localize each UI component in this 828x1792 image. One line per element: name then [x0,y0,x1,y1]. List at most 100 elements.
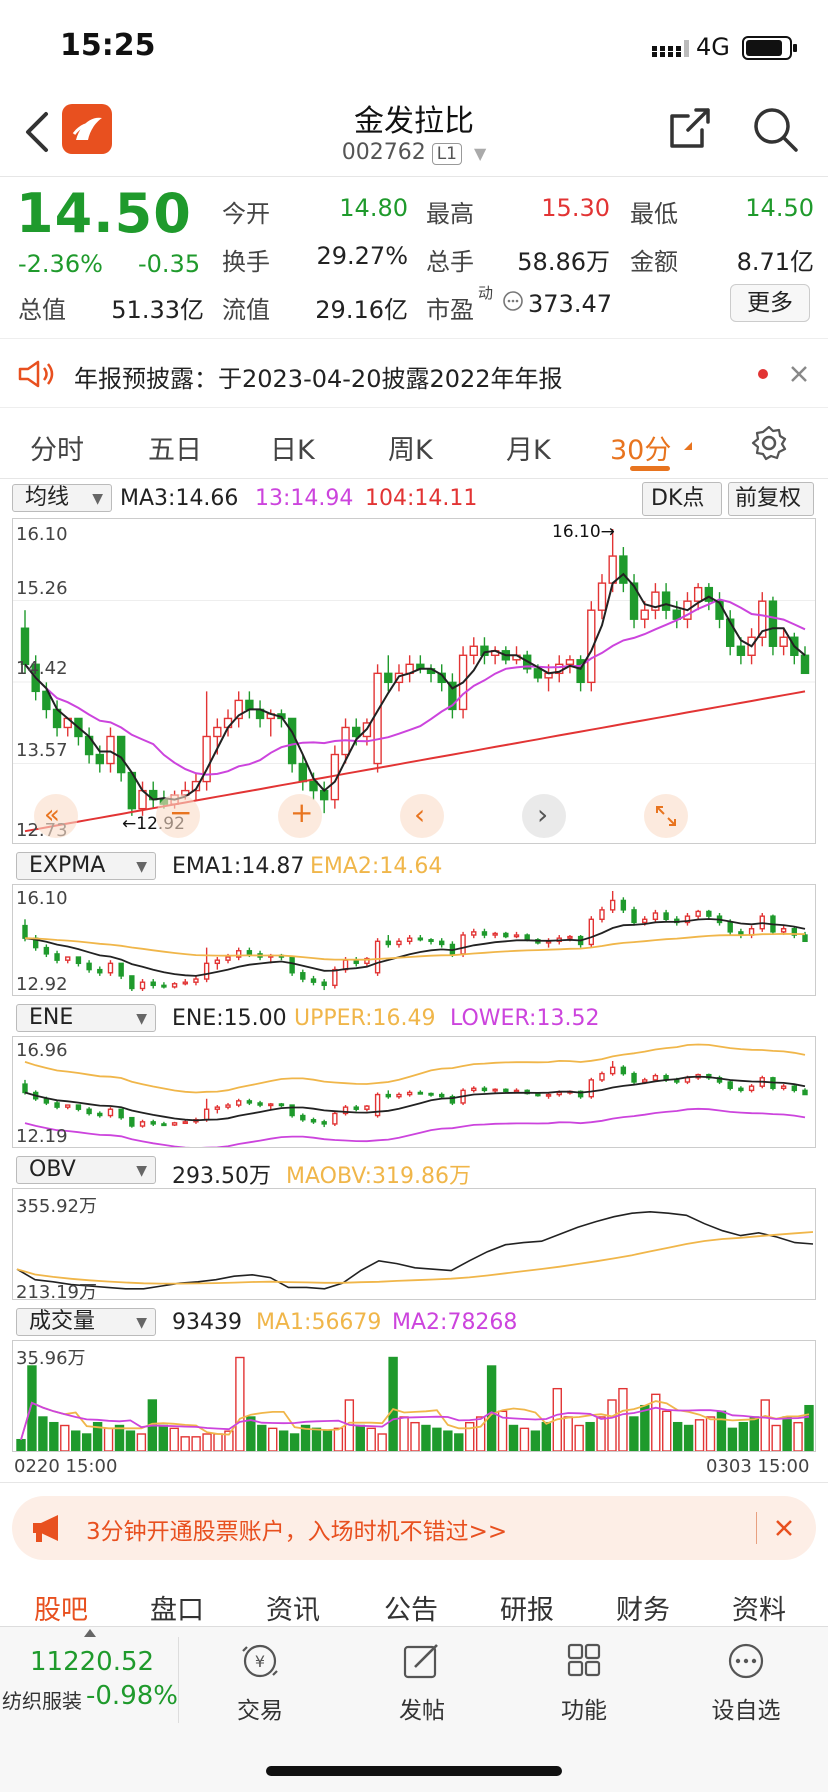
candle [652,912,659,921]
tab-five-day[interactable]: 五日 [148,428,202,467]
tab-announcements[interactable]: 公告 [384,1588,438,1627]
candle [779,636,788,647]
functions-button[interactable]: 功能 [524,1641,644,1725]
nav-minus-button[interactable]: − [156,794,200,838]
tab-intraday[interactable]: 分时 [30,428,84,467]
tab-30min[interactable]: 30分 [610,428,671,467]
index-value[interactable]: 11220.52 [30,1647,154,1677]
candle [565,659,575,666]
candle [213,726,222,738]
post-button[interactable]: 发帖 [362,1641,482,1725]
tab-forum[interactable]: 股吧 [34,1588,88,1627]
candle [54,1102,60,1108]
volume-bar [103,1427,114,1451]
tab-finance[interactable]: 财务 [616,1588,670,1627]
megaphone-icon [33,1515,58,1542]
close-icon[interactable] [774,1518,794,1538]
nav-fullscreen-button[interactable] [644,794,688,838]
gear-icon[interactable] [750,424,788,462]
more-button[interactable]: 更多 [730,284,810,322]
candle [310,1119,317,1123]
candle [75,1104,82,1110]
candle [684,1077,691,1083]
tab-orderbook[interactable]: 盘口 [150,1588,204,1627]
y-axis-label: 15.26 [16,578,68,599]
volume-bar [793,1421,803,1451]
expma-y-top: 16.10 [16,888,68,909]
candle [800,654,810,675]
amount-value: 8.71亿 [736,248,814,276]
candle [332,968,338,987]
promo-banner[interactable]: 3分钟开通股票账户，入场时机不错过>> [12,1496,816,1560]
ene-chart[interactable] [12,1036,816,1148]
volume-selector[interactable]: 成交量 ▼ [16,1308,156,1336]
expma-selector[interactable]: EXPMA ▼ [16,852,156,880]
candle [22,924,28,939]
volume-bar [246,1416,256,1451]
tab-research[interactable]: 研报 [500,1588,554,1627]
candle [503,1088,509,1093]
open-label: 今开 [222,200,270,228]
info-icon[interactable] [502,290,524,312]
chevron-up-icon[interactable] [84,1629,96,1637]
volume-y-top: 35.96万 [16,1348,86,1369]
volume-bar [180,1436,190,1451]
volume-bar [749,1416,759,1451]
candle [384,672,393,684]
candle [492,1088,498,1092]
volume-chart[interactable] [12,1340,816,1452]
volume-indicator: 93439 [172,1310,242,1335]
candle [150,1121,156,1125]
tab-weekly[interactable]: 周K [388,428,433,467]
candle [278,1103,285,1107]
divider [756,1512,757,1544]
expma-chart[interactable] [12,884,816,996]
candle [396,940,402,946]
search-icon[interactable] [752,106,800,154]
candle [385,1093,391,1098]
nav-zoom-out-button[interactable]: « [34,794,78,838]
volume-bar [662,1410,672,1451]
volume-bar [727,1427,738,1451]
tab-news[interactable]: 资讯 [266,1588,320,1627]
nav-right-button[interactable]: › [522,794,566,838]
volume-bar [289,1433,300,1451]
nav-left-button[interactable]: ‹ [400,794,444,838]
tab-monthly[interactable]: 月K [506,428,551,467]
tab-profile[interactable]: 资料 [732,1588,786,1627]
fq-button[interactable]: 前复权 [728,482,814,516]
volume-bar [705,1416,716,1451]
trade-button[interactable]: ¥ 交易 [200,1641,320,1725]
obv-selector[interactable]: OBV ▼ [16,1156,156,1184]
candle [54,953,60,961]
vol-ma1-indicator: MA1:56679 [256,1310,382,1335]
upper-indicator: UPPER:16.49 [294,1006,436,1031]
notice-bar[interactable]: 年报预披露：于2023-04-20披露2022年年报 [0,338,828,408]
turnover-label: 换手 [222,248,270,276]
maobv-indicator: MAOBV:319.86万 [286,1164,472,1189]
obv-chart[interactable] [12,1188,816,1300]
index-name: 纺织服装 [2,1689,82,1713]
candle [469,645,478,656]
candle [97,1112,103,1117]
close-icon[interactable] [788,363,810,385]
candle [182,981,188,985]
watchlist-button[interactable]: 设自选 [686,1641,806,1725]
share-icon[interactable] [668,106,712,150]
x-axis-end: 0303 15:00 [706,1456,810,1477]
candle [268,1103,274,1107]
pe-label: 市盈 [426,296,474,324]
volume-bar [388,1356,398,1451]
nav-plus-button[interactable]: + [278,794,322,838]
candle [513,934,520,938]
candle [620,1066,627,1075]
ma-selector[interactable]: 均线 ▼ [12,484,112,512]
candle [503,932,509,938]
dk-button[interactable]: DK点 [642,482,722,516]
tab-daily[interactable]: 日K [270,428,315,467]
candle [588,918,595,946]
candle [309,780,318,792]
ene-selector[interactable]: ENE ▼ [16,1004,156,1032]
candle [780,928,787,933]
edit-icon [403,1644,438,1679]
